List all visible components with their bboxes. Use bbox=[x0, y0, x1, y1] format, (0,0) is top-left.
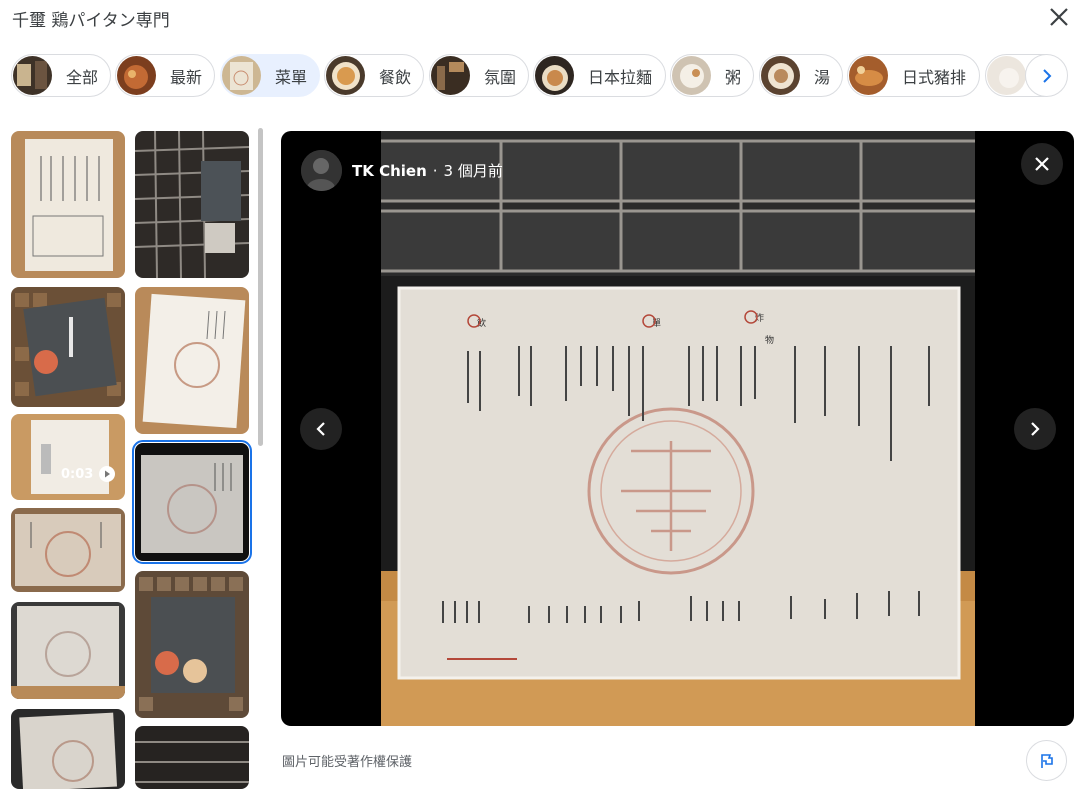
chip-thumb bbox=[535, 56, 574, 95]
gallery-photo[interactable] bbox=[11, 508, 125, 592]
post-time: 3 個月前 bbox=[443, 162, 503, 180]
chip-thumb bbox=[431, 56, 470, 95]
separator: · bbox=[432, 161, 438, 180]
thumbnail-gallery: 0:03 bbox=[0, 120, 262, 789]
gallery-photo[interactable] bbox=[11, 709, 125, 789]
category-chips: 全部 最新 菜單 餐飲 氛圍 日本拉麵 粥 湯 日式豬排 bbox=[11, 54, 1071, 98]
photo-author[interactable]: TK Chien · 3 個月前 bbox=[301, 150, 503, 191]
chip-thumb bbox=[672, 56, 711, 95]
gallery-photo[interactable] bbox=[135, 726, 249, 789]
chip-all[interactable]: 全部 bbox=[11, 54, 111, 97]
gallery-photo[interactable] bbox=[135, 131, 249, 278]
chip-porridge[interactable]: 粥 bbox=[670, 54, 754, 97]
page-title: 千璽 鶏パイタン専門 bbox=[12, 11, 170, 31]
chip-thumb bbox=[987, 56, 1026, 95]
chevron-right-icon bbox=[1042, 68, 1051, 83]
chip-label: 粥 bbox=[725, 67, 742, 87]
chip-label: 菜單 bbox=[275, 67, 308, 87]
author-avatar[interactable] bbox=[301, 150, 342, 191]
gallery-photo[interactable] bbox=[11, 287, 125, 407]
chip-thumb bbox=[761, 56, 800, 95]
previous-photo-button[interactable] bbox=[300, 408, 342, 450]
gallery-photo-selected[interactable] bbox=[132, 440, 252, 564]
close-icon bbox=[1050, 8, 1068, 26]
report-button[interactable] bbox=[1026, 740, 1067, 781]
play-icon bbox=[99, 466, 116, 482]
photo-viewer: 飲單炸物 TK Chien · 3 個月前 bbox=[281, 131, 1074, 726]
gallery-photo[interactable] bbox=[11, 131, 125, 278]
chip-label: 湯 bbox=[814, 67, 831, 87]
author-name[interactable]: TK Chien bbox=[352, 162, 427, 180]
chip-thumb bbox=[222, 56, 261, 95]
menu-photo: 飲單炸物 bbox=[381, 131, 975, 726]
chevron-right-icon bbox=[1031, 422, 1040, 436]
chevron-left-icon bbox=[316, 422, 325, 436]
copyright-notice: 圖片可能受著作權保護 bbox=[282, 755, 413, 770]
gallery-photo[interactable] bbox=[135, 287, 249, 434]
chips-next-button[interactable] bbox=[1025, 54, 1068, 97]
gallery-photo[interactable] bbox=[11, 602, 125, 699]
chip-label: 氛圍 bbox=[484, 67, 517, 87]
flag-icon bbox=[1040, 753, 1053, 768]
chip-label: 最新 bbox=[170, 67, 203, 87]
close-button[interactable] bbox=[1046, 4, 1072, 30]
viewer-close-button[interactable] bbox=[1021, 143, 1063, 185]
svg-text:物: 物 bbox=[765, 334, 774, 346]
svg-text:單: 單 bbox=[652, 318, 661, 329]
chip-tonkatsu[interactable]: 日式豬排 bbox=[847, 54, 980, 97]
chip-label: 餐飲 bbox=[379, 67, 412, 87]
chip-ambience[interactable]: 氛圍 bbox=[429, 54, 529, 97]
chip-label: 全部 bbox=[66, 67, 99, 87]
chip-soup[interactable]: 湯 bbox=[759, 54, 843, 97]
chip-thumb bbox=[117, 56, 156, 95]
gallery-video[interactable]: 0:03 bbox=[11, 414, 125, 500]
chip-label: 日式豬排 bbox=[902, 67, 967, 87]
chip-food[interactable]: 餐飲 bbox=[324, 54, 424, 97]
chip-ramen[interactable]: 日本拉麵 bbox=[533, 54, 666, 97]
svg-text:飲: 飲 bbox=[477, 317, 486, 329]
chip-latest[interactable]: 最新 bbox=[115, 54, 215, 97]
chip-thumb bbox=[849, 56, 888, 95]
chip-menu[interactable]: 菜單 bbox=[220, 54, 320, 97]
chip-thumb bbox=[13, 56, 52, 95]
next-photo-button[interactable] bbox=[1014, 408, 1056, 450]
gallery-scrollbar[interactable] bbox=[258, 128, 263, 446]
chip-thumb bbox=[326, 56, 365, 95]
video-duration: 0:03 bbox=[61, 466, 116, 482]
close-icon bbox=[1035, 157, 1049, 171]
gallery-photo[interactable] bbox=[135, 571, 249, 718]
chip-label: 日本拉麵 bbox=[588, 67, 653, 87]
